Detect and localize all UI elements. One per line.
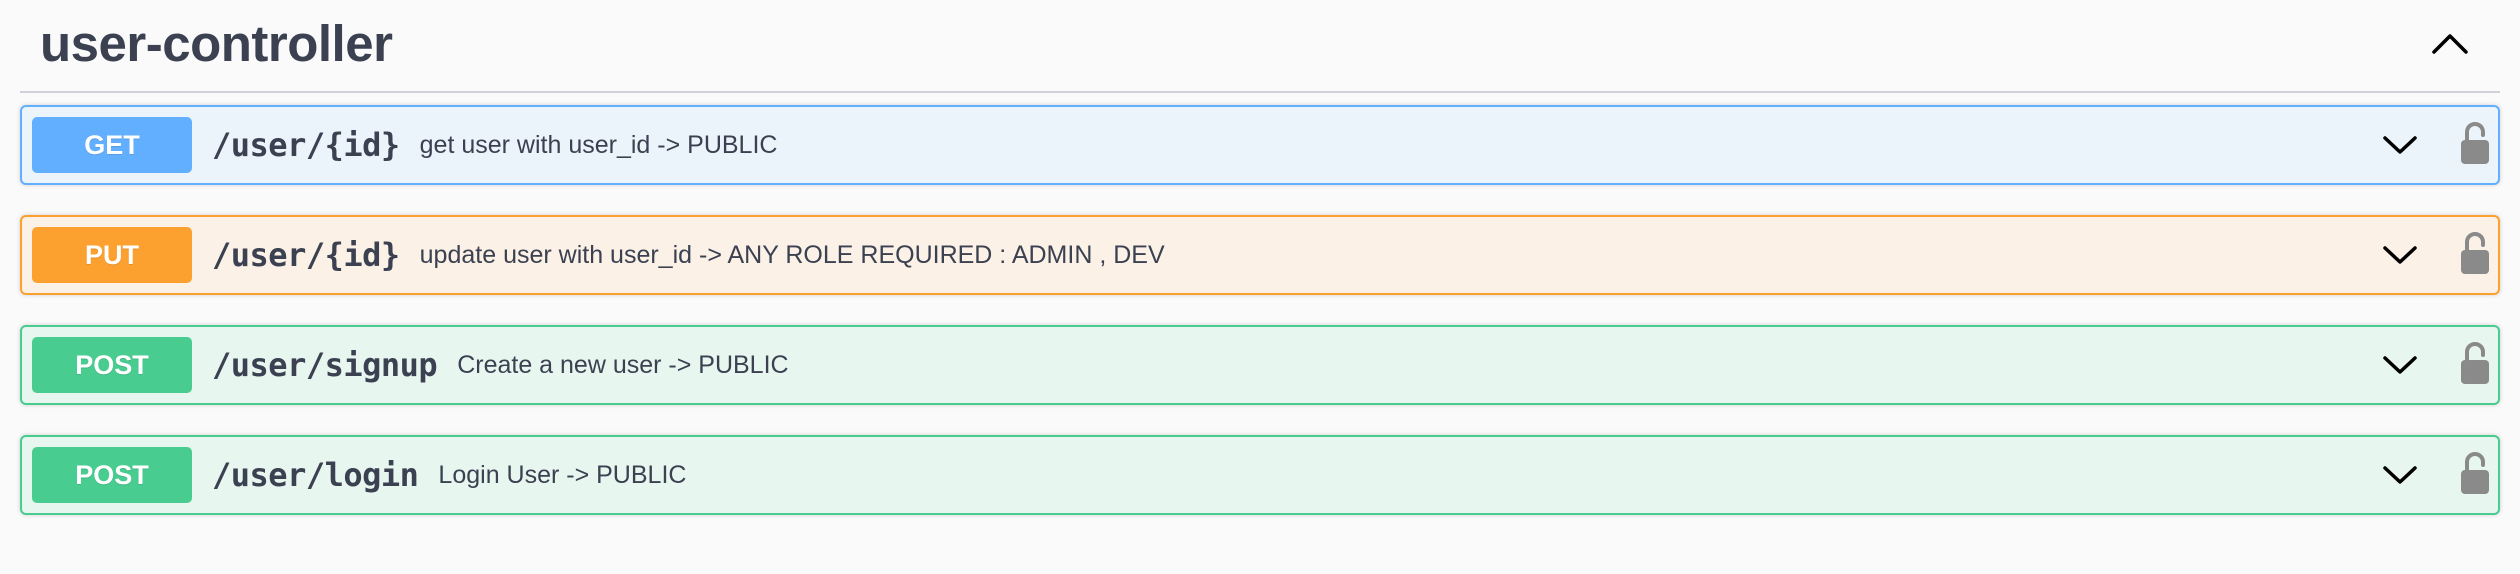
method-badge: PUT (32, 227, 192, 283)
expand-operation-button[interactable] (2376, 125, 2424, 165)
authorize-button[interactable] (2460, 231, 2490, 275)
operation-description: Login User -> PUBLIC (438, 460, 687, 489)
operation-summary-line: /user/{id} update user with user_id -> A… (212, 217, 1165, 293)
operation-post-user-signup[interactable]: POST /user/signup Create a new user -> P… (20, 325, 2500, 405)
authorize-button[interactable] (2460, 341, 2490, 385)
method-badge: POST (32, 447, 192, 503)
expand-operation-button[interactable] (2376, 235, 2424, 275)
operation-post-user-login[interactable]: POST /user/login Login User -> PUBLIC (20, 435, 2500, 515)
authorize-button[interactable] (2460, 451, 2490, 495)
chevron-down-icon (2383, 466, 2417, 484)
section-header[interactable]: user-controller (20, 0, 2500, 93)
operation-path: /user/login (212, 456, 419, 494)
unlocked-padlock-icon (2461, 122, 2489, 164)
operation-summary-line: /user/signup Create a new user -> PUBLIC (212, 327, 789, 403)
unlocked-padlock-icon (2461, 232, 2489, 274)
authorize-button[interactable] (2460, 121, 2490, 165)
operation-description: Create a new user -> PUBLIC (457, 350, 789, 379)
section-title: user-controller (40, 15, 393, 72)
operation-put-user-by-id[interactable]: PUT /user/{id} update user with user_id … (20, 215, 2500, 295)
expand-operation-button[interactable] (2376, 455, 2424, 495)
method-badge: POST (32, 337, 192, 393)
unlocked-padlock-icon (2461, 342, 2489, 384)
operation-path: /user/{id} (212, 236, 400, 274)
operation-get-user-by-id[interactable]: GET /user/{id} get user with user_id -> … (20, 105, 2500, 185)
user-controller-section: user-controller GET /user/{id} get user … (0, 0, 2520, 574)
chevron-down-icon (2383, 356, 2417, 374)
chevron-down-icon (2383, 246, 2417, 264)
method-badge: GET (32, 117, 192, 173)
chevron-down-icon (2383, 136, 2417, 154)
operation-path: /user/signup (212, 346, 438, 384)
operation-description: update user with user_id -> ANY ROLE REQ… (419, 240, 1165, 269)
chevron-up-icon (2432, 34, 2468, 54)
expand-operation-button[interactable] (2376, 345, 2424, 385)
operation-summary-line: /user/{id} get user with user_id -> PUBL… (212, 107, 777, 183)
operation-path: /user/{id} (212, 126, 400, 164)
unlocked-padlock-icon (2461, 452, 2489, 494)
operation-summary-line: /user/login Login User -> PUBLIC (212, 437, 686, 513)
operation-description: get user with user_id -> PUBLIC (419, 130, 778, 159)
collapse-section-button[interactable] (2420, 18, 2480, 70)
